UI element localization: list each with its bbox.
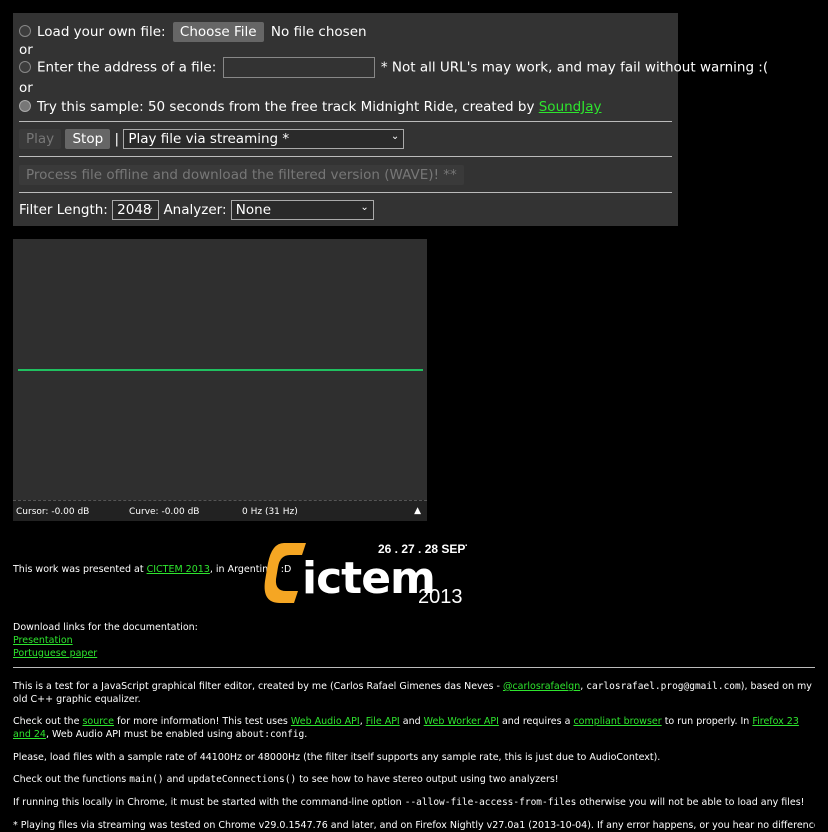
about-paragraph-2: Check out the source for more informatio…	[13, 715, 815, 741]
load-own-row: Load your own file: Choose File No file …	[19, 22, 367, 42]
chrome-flag-text: --allow-file-access-from-files	[404, 797, 577, 808]
p2-comma: ,	[359, 716, 363, 727]
p2-text: for more information! This test uses	[117, 716, 288, 727]
file-api-link[interactable]: File API	[366, 716, 400, 727]
p2-text: Check out the	[13, 716, 80, 727]
soundjay-link[interactable]: SoundJay	[539, 99, 602, 115]
cictem-before: This work was presented at	[13, 564, 144, 575]
divider	[13, 667, 815, 668]
p5-text: If running this locally in Chrome, it mu…	[13, 797, 402, 808]
playback-mode-select[interactable]: Play file via streaming * ⌄	[123, 129, 405, 149]
logo-word: ictem	[302, 553, 435, 604]
filter-length-select[interactable]: 2048 ⌄	[112, 200, 160, 220]
email-text: carlosrafael.prog@gmail.com	[586, 681, 741, 692]
web-audio-api-link[interactable]: Web Audio API	[291, 716, 360, 727]
stop-button[interactable]: Stop	[65, 129, 111, 149]
no-file-label: No file chosen	[270, 24, 367, 40]
playback-mode-value: Play file via streaming *	[128, 131, 290, 147]
p4-text: and	[166, 774, 185, 785]
p5-text: otherwise you will not be able to load a…	[579, 797, 805, 808]
p4-text: Check out the functions	[13, 774, 127, 785]
presentation-link[interactable]: Presentation	[13, 635, 73, 646]
analyzer-label: Analyzer:	[163, 202, 227, 218]
chevron-down-icon: ⌄	[360, 202, 369, 213]
controls-panel: Load your own file: Choose File No file …	[13, 13, 768, 226]
p2-text: to run properly. In	[664, 716, 750, 727]
url-radio[interactable]	[19, 60, 31, 73]
docs-paper-row: Portuguese paper	[13, 647, 815, 660]
p4-text: to see how to have stereo output using t…	[299, 774, 559, 785]
main-function-text: main()	[129, 774, 164, 785]
about-config-text: about:config	[235, 729, 305, 740]
p1-comma: ,	[580, 681, 584, 692]
playback-row: Play Stop | Play file via streaming * ⌄	[19, 129, 405, 149]
filter-graph-canvas[interactable]: Cursor: -0.00 dB Curve: -0.00 dB 0 Hz (3…	[13, 239, 427, 521]
frequency-readout: 0 Hz (31 Hz)	[242, 507, 298, 517]
update-connections-text: updateConnections()	[187, 774, 297, 785]
docs-presentation-row: Presentation	[13, 634, 815, 647]
p2-text: and	[402, 716, 421, 727]
divider	[19, 156, 672, 157]
docs-title: Download links for the documentation:	[13, 622, 198, 633]
web-worker-api-link[interactable]: Web Worker API	[424, 716, 499, 727]
url-note: * Not all URL's may work, and may fail w…	[380, 59, 769, 76]
about-paragraph-1: This is a test for a JavaScript graphica…	[13, 680, 815, 706]
p2-end: .	[304, 729, 308, 740]
about-paragraph-6: * Playing files via streaming was tested…	[13, 820, 815, 831]
url-input[interactable]	[222, 57, 375, 78]
collapse-toggle-icon[interactable]: ▲	[414, 506, 421, 516]
analyzer-select[interactable]: None ⌄	[230, 200, 374, 220]
offline-row: Process file offline and download the fi…	[19, 165, 464, 185]
p1-text: This is a test for a JavaScript graphica…	[13, 681, 500, 692]
settings-row: Filter Length: 2048 ⌄ Analyzer: None ⌄	[19, 200, 374, 220]
chevron-down-icon: ⌄	[390, 131, 400, 142]
twitter-link[interactable]: @carlosrafaelgn	[503, 681, 580, 692]
filter-curve-line	[18, 369, 423, 371]
logo-c-mark	[264, 543, 306, 603]
p2-text: and requires a	[501, 716, 571, 727]
compliant-browser-link[interactable]: compliant browser	[573, 716, 661, 727]
about-paragraph-3: Please, load files with a sample rate of…	[13, 752, 661, 763]
cictem-link[interactable]: CICTEM 2013	[147, 564, 210, 575]
process-offline-button[interactable]: Process file offline and download the fi…	[19, 165, 464, 185]
url-label: Enter the address of a file:	[37, 59, 217, 76]
sample-row: Try this sample: 50 seconds from the fre…	[19, 99, 602, 115]
playback-divider: |	[114, 131, 120, 147]
url-row: Enter the address of a file: * Not all U…	[19, 57, 768, 78]
graph-status-bar: Cursor: -0.00 dB Curve: -0.00 dB 0 Hz (3…	[13, 500, 427, 521]
chevron-down-icon: ⌄	[145, 202, 155, 213]
source-link[interactable]: source	[82, 716, 114, 727]
p2-text: , Web Audio API must be enabled using	[45, 729, 233, 740]
cursor-readout: Cursor: -0.00 dB	[16, 507, 90, 517]
sample-label: Try this sample: 50 seconds from the fre…	[37, 99, 535, 115]
about-paragraph-5: If running this locally in Chrome, it mu…	[13, 796, 815, 809]
analyzer-value: None	[235, 202, 272, 218]
about-paragraph-4: Check out the functions main() and updat…	[13, 773, 815, 786]
or-text: or	[19, 42, 33, 58]
cictem-logo: 26 . 27 . 28 SEPT 2013 ictem 2013	[264, 542, 467, 608]
or-text: or	[19, 80, 33, 96]
portuguese-paper-link[interactable]: Portuguese paper	[13, 648, 97, 659]
curve-readout: Curve: -0.00 dB	[129, 507, 200, 517]
divider	[19, 192, 672, 193]
play-button[interactable]: Play	[19, 129, 62, 149]
logo-year: 2013	[418, 586, 463, 608]
sample-radio[interactable]	[19, 100, 31, 112]
load-own-label: Load your own file:	[37, 24, 166, 40]
choose-file-button[interactable]: Choose File	[172, 22, 264, 42]
filter-length-label: Filter Length:	[19, 202, 108, 218]
divider	[19, 121, 672, 122]
load-own-radio[interactable]	[19, 25, 31, 37]
